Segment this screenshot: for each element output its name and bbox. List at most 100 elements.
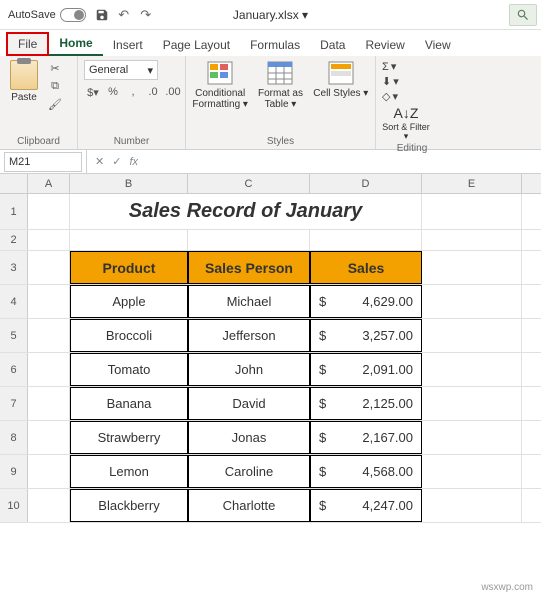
row-header[interactable]: 4 <box>0 285 28 318</box>
increase-decimal-button[interactable]: .0 <box>144 84 162 100</box>
percent-button[interactable]: % <box>104 84 122 100</box>
row-header[interactable]: 3 <box>0 251 28 284</box>
row-header[interactable]: 8 <box>0 421 28 454</box>
cell-product[interactable]: Strawberry <box>70 421 188 454</box>
fill-button[interactable]: ⬇ ▾ <box>382 75 399 88</box>
title-cell[interactable]: Sales Record of January <box>70 194 422 229</box>
cell-sales[interactable]: $4,629.00 <box>310 285 422 318</box>
cell[interactable] <box>28 194 70 229</box>
cell[interactable] <box>28 421 70 454</box>
col-header-d[interactable]: D <box>310 174 422 193</box>
enter-icon[interactable]: ✓ <box>112 155 121 168</box>
row-header[interactable]: 5 <box>0 319 28 352</box>
cell-sales[interactable]: $4,568.00 <box>310 455 422 488</box>
tab-home[interactable]: Home <box>49 32 102 56</box>
tab-insert[interactable]: Insert <box>103 34 153 56</box>
currency-button[interactable]: $▾ <box>84 84 102 100</box>
tab-review[interactable]: Review <box>355 34 414 56</box>
cell[interactable] <box>28 387 70 420</box>
cell-product[interactable]: Banana <box>70 387 188 420</box>
paste-button[interactable]: Paste <box>6 60 42 103</box>
col-header-e[interactable]: E <box>422 174 522 193</box>
cell-product[interactable]: Lemon <box>70 455 188 488</box>
row-header[interactable]: 6 <box>0 353 28 386</box>
cut-button[interactable]: ✂ <box>46 60 64 76</box>
header-product[interactable]: Product <box>70 251 188 284</box>
undo-icon[interactable]: ↶ <box>116 7 132 23</box>
format-painter-button[interactable]: 🖌 <box>46 96 64 112</box>
cell-person[interactable]: Charlotte <box>188 489 310 522</box>
format-as-table-button[interactable]: Format as Table ▾ <box>252 60 308 110</box>
cell-person[interactable]: John <box>188 353 310 386</box>
cell-sales[interactable]: $2,091.00 <box>310 353 422 386</box>
cell[interactable] <box>28 455 70 488</box>
document-title[interactable]: January.xlsx ▾ <box>233 8 308 22</box>
autosave-toggle[interactable]: AutoSave <box>8 8 86 22</box>
col-header-a[interactable]: A <box>28 174 70 193</box>
col-header-b[interactable]: B <box>70 174 188 193</box>
cell-product[interactable]: Apple <box>70 285 188 318</box>
cell[interactable] <box>422 230 522 250</box>
cell-person[interactable]: Jonas <box>188 421 310 454</box>
tab-page-layout[interactable]: Page Layout <box>153 34 240 56</box>
cell[interactable] <box>28 319 70 352</box>
cell[interactable] <box>422 421 522 454</box>
cell-person[interactable]: David <box>188 387 310 420</box>
tab-formulas[interactable]: Formulas <box>240 34 310 56</box>
cell[interactable] <box>188 230 310 250</box>
search-button[interactable] <box>509 4 537 26</box>
copy-button[interactable]: ⧉ <box>46 78 64 94</box>
cell-sales[interactable]: $3,257.00 <box>310 319 422 352</box>
cell[interactable] <box>422 319 522 352</box>
tab-view[interactable]: View <box>415 34 461 56</box>
comma-button[interactable]: , <box>124 84 142 100</box>
cell[interactable] <box>422 489 522 522</box>
cell[interactable] <box>28 251 70 284</box>
row-header[interactable]: 9 <box>0 455 28 488</box>
cell-person[interactable]: Jefferson <box>188 319 310 352</box>
cell[interactable] <box>422 285 522 318</box>
cell-sales[interactable]: $2,167.00 <box>310 421 422 454</box>
header-sales[interactable]: Sales <box>310 251 422 284</box>
cell[interactable] <box>422 455 522 488</box>
cell-styles-button[interactable]: Cell Styles ▾ <box>313 60 369 99</box>
cell[interactable] <box>422 387 522 420</box>
cell-person[interactable]: Caroline <box>188 455 310 488</box>
row-header[interactable]: 10 <box>0 489 28 522</box>
conditional-formatting-button[interactable]: Conditional Formatting ▾ <box>192 60 248 110</box>
cell[interactable] <box>422 353 522 386</box>
header-person[interactable]: Sales Person <box>188 251 310 284</box>
cell[interactable] <box>28 230 70 250</box>
cell[interactable] <box>70 230 188 250</box>
cell[interactable] <box>28 285 70 318</box>
row-header[interactable]: 7 <box>0 387 28 420</box>
cell[interactable] <box>310 230 422 250</box>
cell[interactable] <box>28 489 70 522</box>
col-header-c[interactable]: C <box>188 174 310 193</box>
redo-icon[interactable]: ↷ <box>138 7 154 23</box>
name-box[interactable]: M21 <box>4 152 82 172</box>
row-header[interactable]: 2 <box>0 230 28 250</box>
row-header[interactable]: 1 <box>0 194 28 229</box>
number-format-dropdown[interactable]: General ▾ <box>84 60 158 80</box>
sort-filter-button[interactable]: A↓Z Sort & Filter ▾ <box>382 105 430 141</box>
cell-product[interactable]: Broccoli <box>70 319 188 352</box>
clear-button[interactable]: ◇ ▾ <box>382 90 398 103</box>
cell-product[interactable]: Tomato <box>70 353 188 386</box>
fx-icon[interactable]: fx <box>129 156 138 168</box>
cell[interactable] <box>28 353 70 386</box>
select-all-corner[interactable] <box>0 174 28 193</box>
tab-data[interactable]: Data <box>310 34 355 56</box>
cell-sales[interactable]: $4,247.00 <box>310 489 422 522</box>
autosum-button[interactable]: Σ ▾ <box>382 60 396 73</box>
worksheet-grid[interactable]: A B C D E 1 Sales Record of January 2 3 … <box>0 174 541 523</box>
cell-sales[interactable]: $2,125.00 <box>310 387 422 420</box>
decrease-decimal-button[interactable]: .00 <box>164 84 182 100</box>
cell-product[interactable]: Blackberry <box>70 489 188 522</box>
tab-file[interactable]: File <box>6 32 49 56</box>
cancel-icon[interactable]: ✕ <box>95 155 104 168</box>
cell-person[interactable]: Michael <box>188 285 310 318</box>
cell[interactable] <box>422 194 522 229</box>
save-icon[interactable] <box>94 7 110 23</box>
cell[interactable] <box>422 251 522 284</box>
